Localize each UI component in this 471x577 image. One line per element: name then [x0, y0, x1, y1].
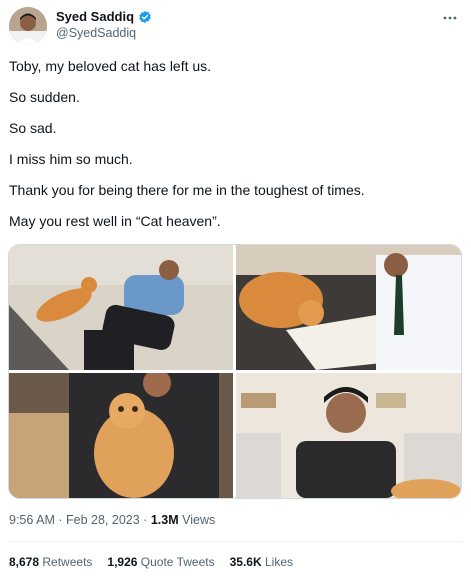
likes-stat[interactable]: 35.6K Likes [230, 555, 293, 569]
likes-label: Likes [264, 555, 293, 569]
tweet-text: Toby, my beloved cat has left us. So sud… [9, 58, 459, 244]
retweets-count: 8,678 [9, 555, 40, 569]
divider [9, 541, 462, 542]
tweet-time[interactable]: 9:56 AM [9, 513, 55, 527]
tweet-date[interactable]: Feb 28, 2023 [66, 513, 140, 527]
media-photo-3[interactable] [9, 373, 233, 498]
engagement-stats: 8,678 Retweets 1,926 Quote Tweets 35.6K … [9, 555, 293, 569]
tweet-meta: 9:56 AM · Feb 28, 2023 · 1.3M Views [9, 513, 215, 527]
tweet-line: So sad. [9, 120, 57, 136]
retweets-label: Retweets [42, 555, 93, 569]
tweet-line: Thank you for being there for me in the … [9, 182, 365, 198]
media-photo-2[interactable] [236, 245, 461, 370]
tweet-line: May you rest well in “Cat heaven”. [9, 213, 221, 229]
quotes-label: Quote Tweets [140, 555, 215, 569]
meta-separator: · [143, 513, 148, 527]
meta-separator: · [58, 513, 63, 527]
tweet-line: Toby, my beloved cat has left us. [9, 58, 212, 74]
tweet-line: So sudden. [9, 89, 80, 105]
verified-badge-icon [138, 10, 152, 24]
likes-count: 35.6K [229, 555, 262, 569]
media-grid [8, 244, 462, 499]
tweet-line: I miss him so much. [9, 151, 133, 167]
more-horizontal-icon[interactable] [443, 8, 457, 24]
avatar[interactable] [9, 7, 47, 45]
author-handle[interactable]: @SyedSaddiq [56, 26, 136, 40]
quote-tweets-stat[interactable]: 1,926 Quote Tweets [107, 555, 214, 569]
author-name-row: Syed Saddiq [56, 9, 152, 24]
views-label: Views [182, 513, 216, 527]
retweets-stat[interactable]: 8,678 Retweets [9, 555, 92, 569]
media-photo-4[interactable] [236, 373, 461, 498]
author-name[interactable]: Syed Saddiq [56, 9, 134, 24]
media-photo-1[interactable] [9, 245, 233, 370]
views-count: 1.3M [150, 513, 179, 527]
quotes-count: 1,926 [107, 555, 138, 569]
